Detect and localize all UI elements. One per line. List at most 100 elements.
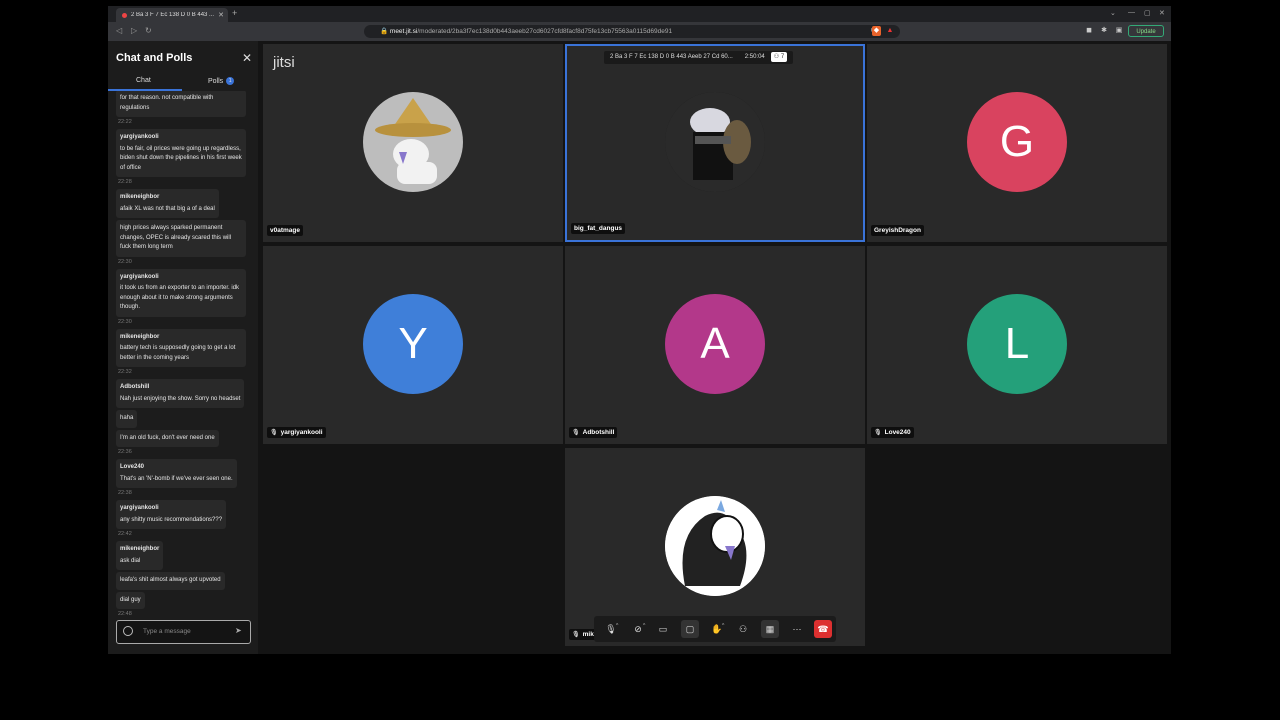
- message-timestamp: 22:28: [118, 179, 132, 185]
- tab-title: 2 Ba 3 F 7 Ec 138 D 0 B 443 ...: [131, 12, 215, 18]
- chat-message: mikeneighbor afaik XL was not that big a …: [116, 189, 219, 218]
- participant-name: GreyishDragon: [874, 227, 921, 234]
- chat-message: yargiyankooli any shitty music recommenda…: [116, 500, 227, 529]
- browser-tab[interactable]: 2 Ba 3 F 7 Ec 138 D 0 B 443 ... ✕: [116, 8, 228, 22]
- message-sender: mikeneighbor: [120, 333, 160, 340]
- tab-bar: 2 Ba 3 F 7 Ec 138 D 0 B 443 ... ✕ + ⌄ — …: [108, 6, 1171, 22]
- chat-icon[interactable]: ▢: [681, 620, 699, 638]
- send-icon[interactable]: ➤: [235, 626, 242, 635]
- message-sender: yargiyankooli: [120, 505, 159, 511]
- brave-shield-icon[interactable]: ◆: [872, 26, 881, 36]
- message-text: to be fair, oil prices were going up reg…: [120, 145, 242, 171]
- message-timestamp: 22:30: [118, 258, 132, 265]
- participant-name: yargiyankooli: [280, 429, 323, 436]
- url-path: /moderated/2ba3f7ec138d0b443aeeb27cd6027…: [417, 28, 673, 35]
- assassin-avatar-icon: [665, 92, 765, 192]
- minimize-button[interactable]: —: [1128, 9, 1135, 16]
- chat-message: leafa's shit almost always got upvoted: [116, 572, 225, 590]
- wallet-icon[interactable]: ▣: [1114, 26, 1124, 36]
- polls-badge: 1: [226, 77, 235, 85]
- tab-chat[interactable]: Chat: [136, 77, 151, 84]
- hangup-icon[interactable]: ☎: [814, 620, 832, 638]
- message-text: ask dial: [120, 557, 141, 564]
- chevron-up-icon[interactable]: ^: [616, 617, 618, 635]
- message-text: for that reason. not compatible with reg…: [120, 95, 214, 111]
- chevron-up-icon[interactable]: ^: [643, 617, 645, 635]
- message-text: it took us from an exporter to an import…: [120, 285, 240, 310]
- message-text: leafa's shit almost always got upvoted: [120, 577, 221, 583]
- chat-message: dial guy: [116, 591, 145, 609]
- extension-icon[interactable]: ◼: [1084, 26, 1094, 36]
- mic-muted-icon: 🎙: [572, 632, 580, 638]
- participant-name: big_fat_dangus: [574, 225, 623, 232]
- close-window-button[interactable]: ✕: [1159, 9, 1165, 17]
- message-text: battery tech is supposedly going to get …: [120, 345, 236, 361]
- more-icon[interactable]: ⋯: [788, 620, 806, 638]
- participants-icon[interactable]: ⚇: [734, 620, 752, 638]
- message-list[interactable]: for that reason. not compatible with reg…: [108, 91, 258, 621]
- message-text: any shitty music recommendations???: [120, 516, 223, 523]
- puzzle-icon[interactable]: ✱: [1099, 26, 1109, 36]
- back-icon[interactable]: ◁: [116, 26, 122, 35]
- participant-avatar: A: [665, 294, 765, 394]
- participant-count-badge[interactable]: ⚇ 7: [770, 52, 788, 62]
- participant-tile[interactable]: Y 🎙 yargiyankooli: [263, 246, 563, 444]
- participant-count: 7: [780, 54, 785, 60]
- chat-message: yargiyankooli to be fair, oil prices were…: [116, 129, 246, 177]
- message-timestamp: 22:30: [118, 318, 132, 325]
- meeting-info-bar: 2 Ba 3 F 7 Ec 138 D 0 B 443 Aeeb 27 Cd 6…: [604, 51, 794, 64]
- chevron-up-icon[interactable]: ^: [722, 617, 724, 635]
- update-button[interactable]: Update: [1128, 25, 1164, 37]
- participant-name: Adbotshill: [582, 429, 615, 436]
- participant-name-tag: v0atmage: [267, 225, 303, 236]
- participant-name-tag: big_fat_dangus: [571, 223, 626, 234]
- chat-message: Love240 That's an 'N'-bomb if we've ever …: [116, 459, 237, 488]
- chat-title: Chat and Polls: [116, 52, 193, 64]
- url-field[interactable]: 🔒 meet.jit.si/moderated/2ba3f7ec138d0b44…: [364, 25, 900, 38]
- participant-name: v0atmage: [270, 227, 300, 234]
- meeting-duration: 2:50:04: [744, 54, 765, 60]
- camera-off-icon[interactable]: ⊘ ^: [629, 620, 647, 638]
- new-tab-button[interactable]: +: [232, 8, 237, 18]
- maximize-button[interactable]: ▢: [1144, 9, 1151, 17]
- participant-name-tag: 🎙 yargiyankooli: [267, 427, 326, 438]
- participant-tile[interactable]: G GreyishDragon: [867, 44, 1167, 242]
- reload-icon[interactable]: ↻: [145, 26, 152, 35]
- participant-name-tag: 🎙 mik: [569, 629, 597, 640]
- screen-share-icon[interactable]: ▭: [654, 620, 672, 638]
- participant-name-tag: GreyishDragon: [871, 225, 924, 236]
- message-timestamp: 22:48: [118, 611, 132, 617]
- participant-tile[interactable]: L 🎙 Love240: [867, 246, 1167, 444]
- message-timestamp: 22:36: [118, 449, 132, 455]
- message-text: I'm an old fuck, don't ever need one: [120, 434, 215, 441]
- tile-view-icon[interactable]: ▦: [761, 620, 779, 638]
- emoji-icon[interactable]: [123, 626, 133, 636]
- message-timestamp: 22:38: [118, 490, 132, 496]
- goat-wizard-avatar-icon: [363, 92, 463, 192]
- message-timestamp: 22:42: [118, 531, 132, 537]
- chat-message: I'm an old fuck, don't ever need one: [116, 429, 219, 447]
- chat-message: yargiyankooli it took us from an exporter…: [116, 268, 246, 317]
- tab-search-icon[interactable]: ⌄: [1110, 9, 1116, 17]
- message-sender: yargiyankooli: [120, 273, 159, 280]
- chat-message: mikeneighbor ask dial: [116, 541, 164, 570]
- message-input[interactable]: Type a message ➤: [116, 620, 251, 644]
- jitsi-logo: jitsi: [273, 54, 295, 71]
- participant-tile[interactable]: big_fat_dangus 2 Ba 3 F 7 Ec 138 D 0 B 44…: [565, 44, 865, 242]
- close-tab-icon[interactable]: ✕: [218, 11, 224, 19]
- forward-icon[interactable]: ▷: [131, 26, 137, 35]
- brave-rewards-icon[interactable]: ▲: [885, 26, 895, 36]
- mic-muted-icon: 🎙: [572, 430, 580, 436]
- tab-polls-label: Polls: [208, 77, 224, 85]
- close-chat-button[interactable]: ✕: [242, 51, 252, 65]
- browser-window: 2 Ba 3 F 7 Ec 138 D 0 B 443 ... ✕ + ⌄ — …: [108, 6, 1171, 654]
- participant-avatar: L: [967, 294, 1067, 394]
- participant-tile[interactable]: v0atmage jitsi: [263, 44, 563, 242]
- message-sender: mikeneighbor: [120, 546, 160, 552]
- raise-hand-icon[interactable]: ✋ ^: [708, 620, 726, 638]
- message-text: That's an 'N'-bomb if we've ever seen on…: [120, 475, 233, 482]
- recording-dot-icon: [122, 12, 127, 18]
- microphone-icon[interactable]: 🎙 ^: [602, 620, 620, 638]
- tab-polls[interactable]: Polls 1: [208, 77, 235, 85]
- participant-tile[interactable]: A 🎙 Adbotshill: [565, 246, 865, 444]
